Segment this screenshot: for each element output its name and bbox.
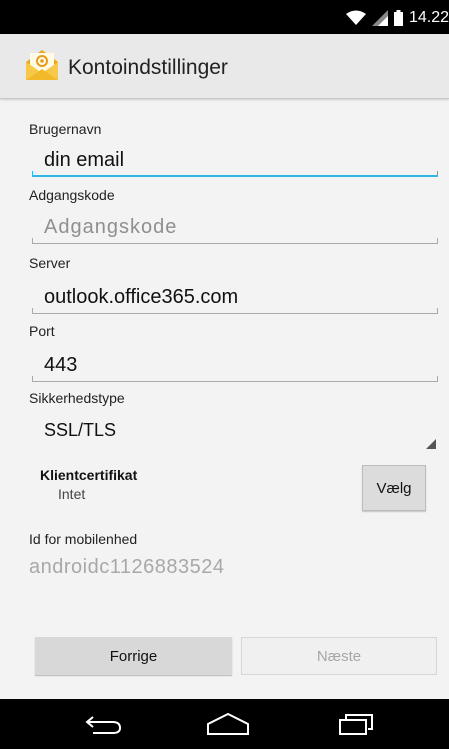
device-id-value: androidc1126883524 <box>29 556 225 578</box>
device-id-label: Id for mobilenhed <box>29 531 138 547</box>
status-bar: 14.22 <box>0 0 449 34</box>
server-label: Server <box>29 255 71 271</box>
home-icon <box>207 713 249 735</box>
battery-icon <box>393 10 403 26</box>
port-underline <box>32 376 438 382</box>
server-underline <box>32 308 438 314</box>
status-time: 14.22 <box>408 9 449 26</box>
password-field[interactable] <box>32 212 438 244</box>
signal-icon <box>371 10 388 26</box>
navigation-bar <box>0 699 449 749</box>
wifi-icon <box>345 10 366 25</box>
username-underline <box>32 171 438 177</box>
home-button[interactable] <box>198 709 258 739</box>
client-certificate-value: Intet <box>58 486 86 502</box>
port-label: Port <box>29 323 55 339</box>
email-app-icon <box>26 50 58 80</box>
next-button[interactable]: Næste <box>241 637 437 675</box>
back-button[interactable] <box>74 709 134 739</box>
recent-apps-button[interactable] <box>326 709 386 739</box>
security-type-value: SSL/TLS <box>44 420 117 440</box>
security-type-dropdown[interactable]: SSL/TLS <box>32 413 438 451</box>
action-bar: Kontoindstillinger <box>0 34 449 99</box>
port-field[interactable] <box>32 350 438 382</box>
client-certificate-label: Klientcertifikat <box>40 467 138 483</box>
previous-button[interactable]: Forrige <box>35 637 232 675</box>
page-title: Kontoindstillinger <box>68 56 228 79</box>
status-icons: 14.22 <box>345 9 449 27</box>
security-type-label: Sikkerhedstype <box>29 390 125 406</box>
recent-apps-icon <box>339 714 373 735</box>
username-field[interactable] <box>32 145 438 177</box>
password-underline <box>32 238 438 244</box>
back-icon <box>85 716 122 734</box>
choose-certificate-button[interactable]: Vælg <box>362 465 426 511</box>
server-field[interactable] <box>32 282 438 314</box>
username-label: Brugernavn <box>29 121 102 137</box>
password-label: Adgangskode <box>29 187 115 203</box>
dropdown-arrow-icon <box>426 439 436 449</box>
